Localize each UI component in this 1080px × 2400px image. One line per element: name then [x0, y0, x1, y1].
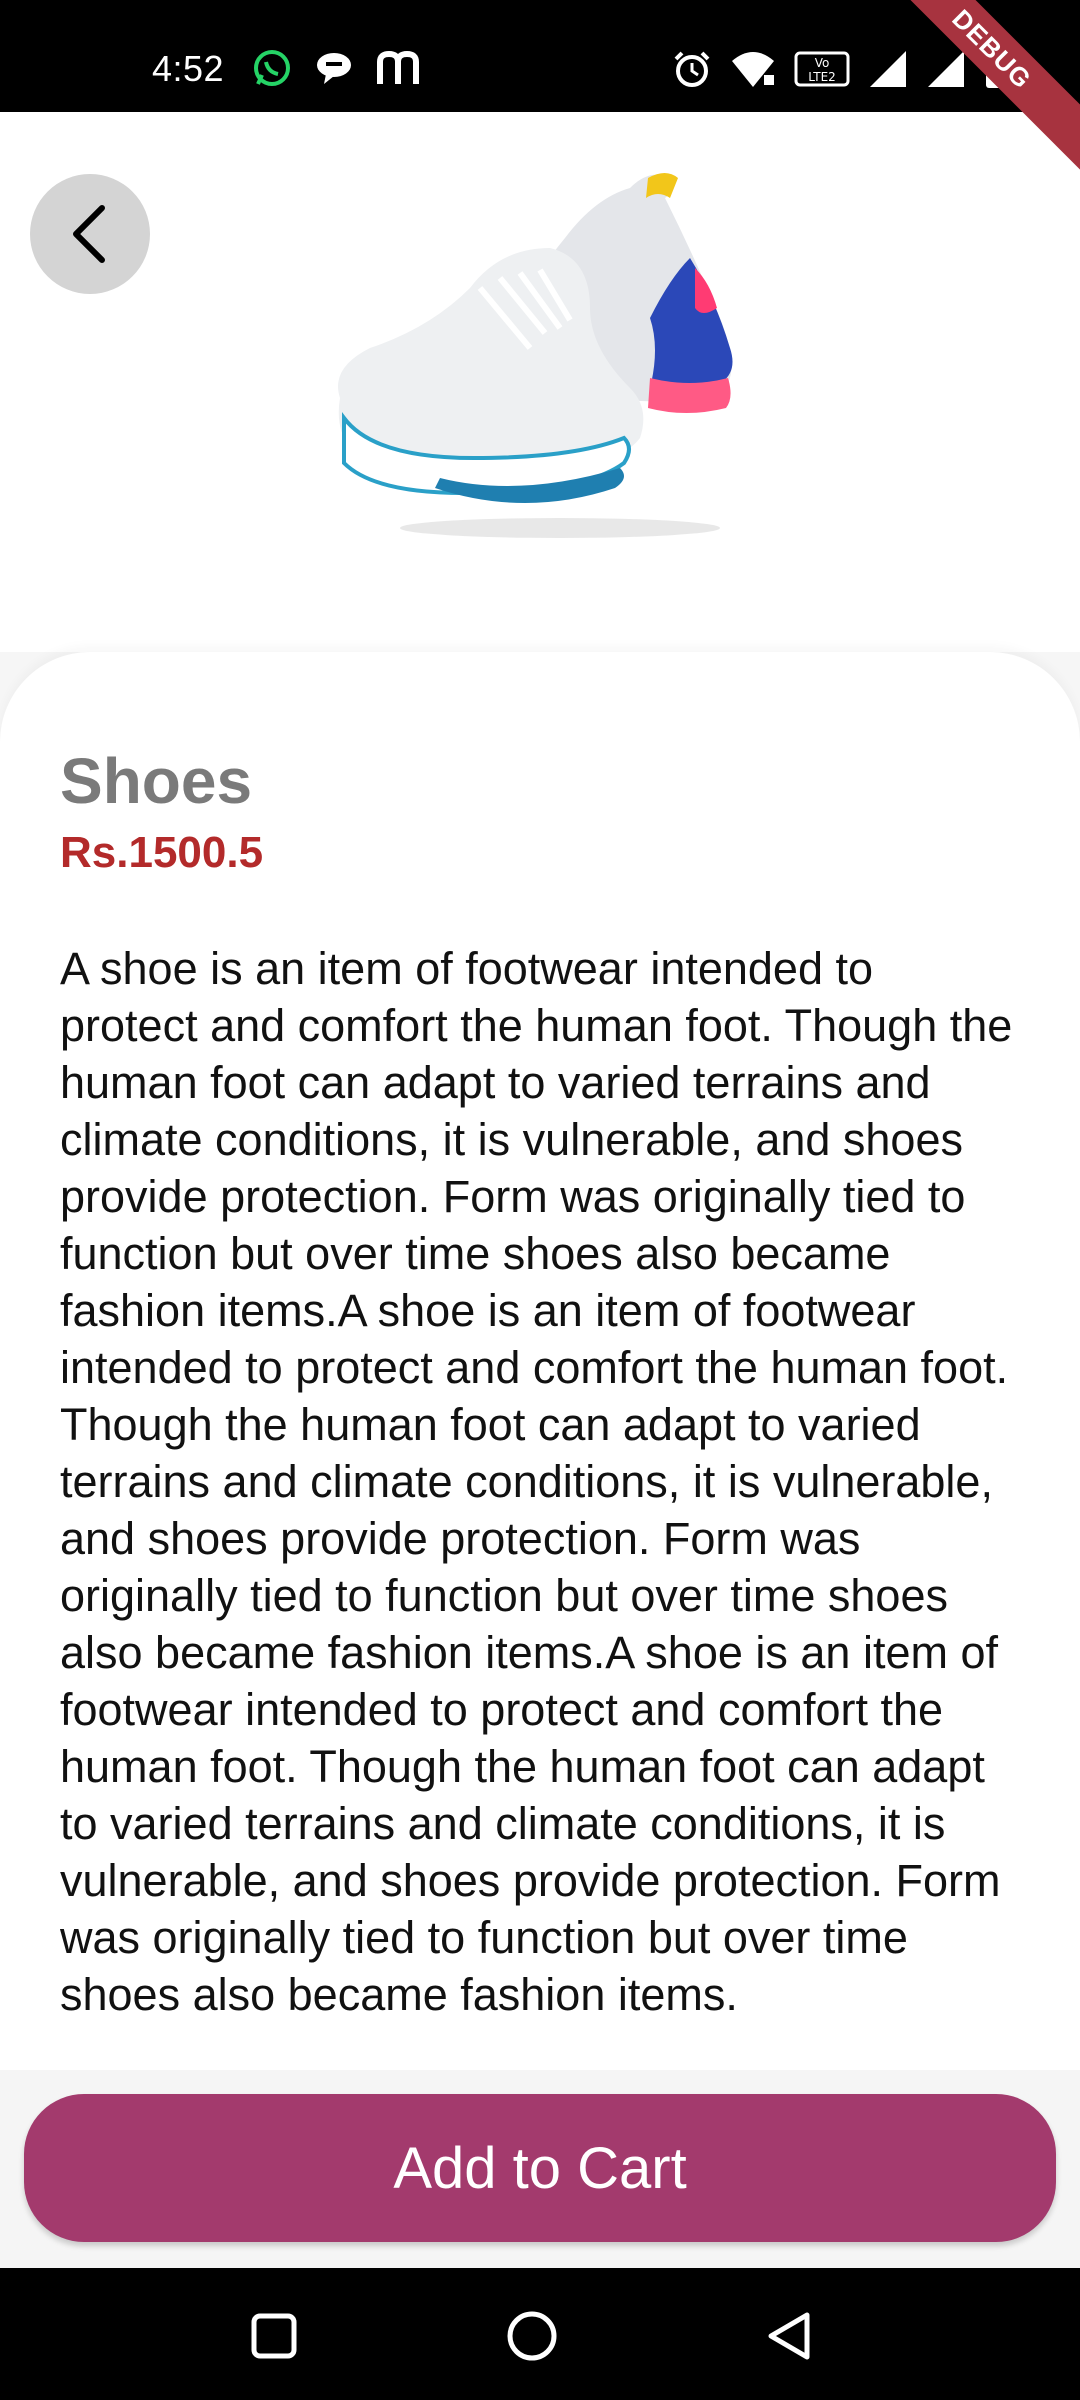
action-area: Add to Cart [0, 2070, 1080, 2268]
signal-1-icon [868, 49, 908, 89]
status-bar: 4:52 Vo LTE2 [0, 0, 1080, 112]
svg-text:LTE2: LTE2 [808, 70, 836, 84]
product-description: A shoe is an item of footwear intended t… [60, 943, 1013, 2020]
product-title: Shoes [60, 745, 253, 817]
system-icons: Vo LTE2 [672, 48, 1010, 90]
sneaker-image [330, 148, 800, 548]
recents-button[interactable] [242, 2304, 306, 2368]
triangle-back-icon [763, 2309, 817, 2363]
product-details-sheet: Shoes Rs.1500.5 A shoe is an item of foo… [0, 652, 1080, 2070]
svg-text:Vo: Vo [815, 56, 830, 70]
square-recents-icon [249, 2311, 299, 2361]
wifi-icon [730, 49, 776, 89]
navigation-bar [0, 2268, 1080, 2400]
back-button[interactable] [30, 174, 150, 294]
m-app-icon [376, 48, 422, 88]
volte-lte2-icon: Vo LTE2 [794, 49, 850, 89]
add-to-cart-button[interactable]: Add to Cart [24, 2094, 1056, 2242]
home-button[interactable] [500, 2304, 564, 2368]
signal-2-icon [926, 49, 966, 89]
chevron-left-icon [68, 204, 112, 264]
circle-home-icon [505, 2309, 559, 2363]
back-nav-button[interactable] [758, 2304, 822, 2368]
whatsapp-icon [252, 48, 292, 88]
alarm-icon [672, 49, 712, 89]
product-price: Rs.1500.5 [60, 828, 264, 877]
status-time: 4:52 [152, 48, 225, 89]
notification-icons [252, 48, 422, 88]
message-bubble-icon [314, 48, 354, 88]
